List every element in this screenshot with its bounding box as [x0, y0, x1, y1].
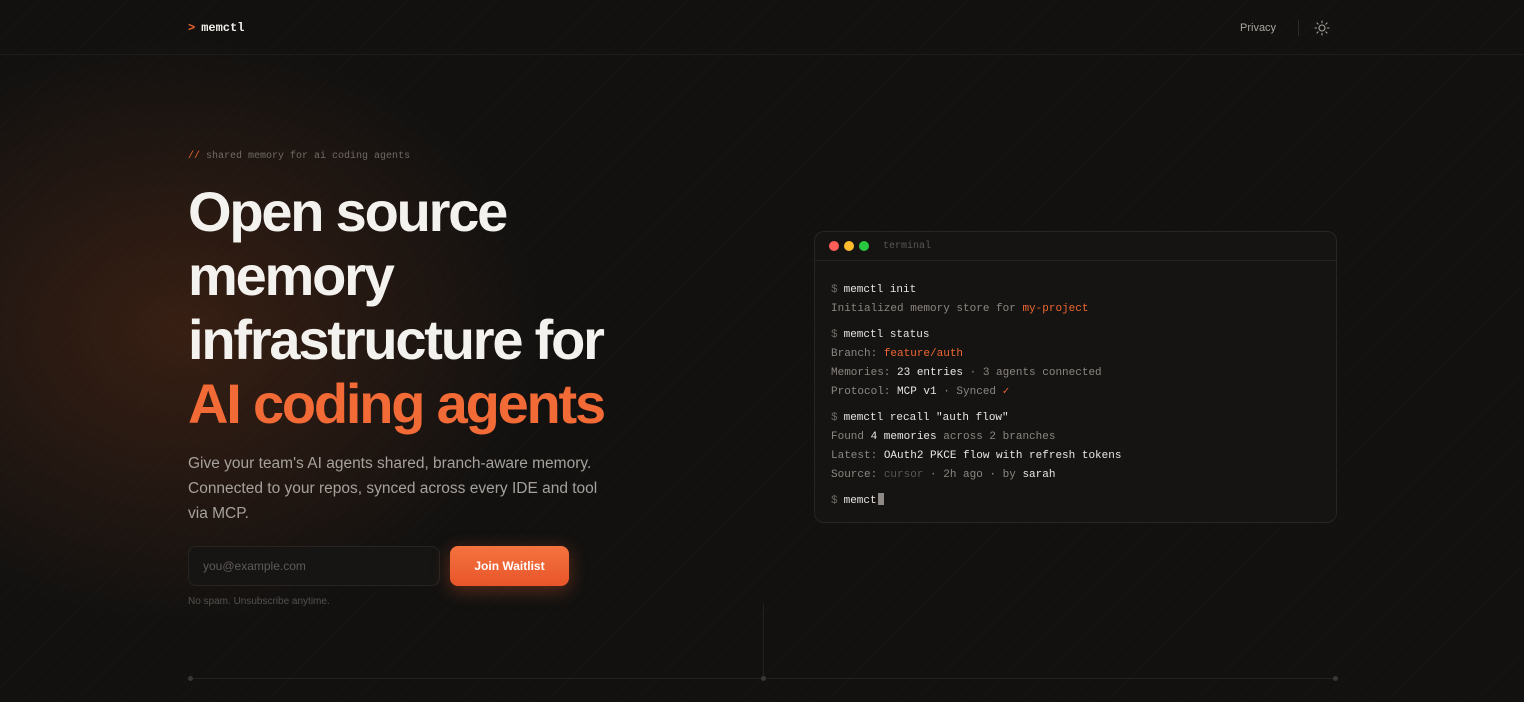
maximize-dot-icon — [859, 241, 869, 251]
command-text: memctl recall "auth flow" — [843, 412, 1009, 424]
connector-node — [1333, 676, 1338, 681]
terminal-output: Protocol: MCP v1 · Synced ✓ — [831, 383, 1320, 402]
source-label: Source: — [831, 469, 884, 481]
kicker-text: shared memory for ai coding agents — [206, 151, 411, 162]
headline-line-1: Open source — [188, 180, 508, 243]
connector-vertical-line — [763, 604, 764, 678]
prompt-symbol: $ — [831, 329, 838, 341]
source-tool: cursor — [883, 469, 924, 481]
terminal-output: Initialized memory store for my-project — [831, 300, 1320, 319]
check-icon: ✓ — [1002, 386, 1010, 398]
terminal-body: $ memctl init Initialized memory store fo… — [815, 261, 1336, 511]
latest-value: OAuth2 PKCE flow with refresh tokens — [883, 450, 1122, 462]
prompt-symbol: $ — [831, 495, 838, 507]
project-name: my-project — [1022, 303, 1089, 315]
found-value: 4 memories — [870, 431, 937, 443]
typing-text: memct — [843, 495, 877, 507]
hero-kicker: // shared memory for ai coding agents — [188, 151, 410, 162]
command-text: memctl init — [843, 284, 917, 296]
prompt-symbol: $ — [831, 284, 838, 296]
source-time: · 2h ago · by — [923, 469, 1023, 481]
headline-line-2: memory — [188, 244, 395, 307]
minimize-dot-icon — [844, 241, 854, 251]
headline-accent: AI coding agents — [188, 372, 606, 435]
branch-label: Branch: — [831, 348, 884, 360]
terminal-block-recall: $ memctl recall "auth flow" Found 4 memor… — [831, 409, 1320, 485]
protocol-label: Protocol: — [831, 386, 898, 398]
terminal-window: terminal $ memctl init Initialized memory… — [814, 231, 1337, 523]
logo[interactable]: > memctl — [188, 21, 244, 35]
close-dot-icon — [829, 241, 839, 251]
hero-subtext: Give your team's AI agents shared, branc… — [188, 455, 598, 522]
terminal-block-status: $ memctl status Branch: feature/auth Memo… — [831, 326, 1320, 402]
logo-prompt-icon: > — [188, 21, 196, 35]
terminal-current-input: $ memct — [831, 492, 1320, 511]
nav-divider — [1298, 20, 1299, 36]
terminal-command: $ memctl status — [831, 326, 1320, 345]
terminal-command: $ memctl init — [831, 281, 1320, 300]
memories-rest: · 3 agents connected — [963, 367, 1102, 379]
command-text: memctl status — [843, 329, 930, 341]
terminal-output: Source: cursor · 2h ago · by sarah — [831, 466, 1320, 485]
protocol-rest: · Synced — [936, 386, 1003, 398]
memories-value: 23 entries — [897, 367, 964, 379]
fineprint: No spam. Unsubscribe anytime. — [188, 596, 330, 607]
kicker-slash: // — [188, 151, 201, 162]
terminal-output: Memories: 23 entries · 3 agents connecte… — [831, 364, 1320, 383]
email-field[interactable] — [188, 546, 440, 586]
terminal-output: Latest: OAuth2 PKCE flow with refresh to… — [831, 447, 1320, 466]
terminal-title: terminal — [883, 240, 932, 252]
found-rest: across 2 branches — [936, 431, 1056, 443]
connector-node — [761, 676, 766, 681]
sun-icon — [1314, 20, 1330, 36]
logo-text: memctl — [201, 21, 245, 35]
top-nav: > memctl Privacy — [0, 0, 1524, 55]
terminal-block-init: $ memctl init Initialized memory store fo… — [831, 281, 1320, 319]
terminal-output: Found 4 memories across 2 branches — [831, 428, 1320, 447]
prompt-symbol: $ — [831, 412, 838, 424]
theme-toggle-button[interactable] — [1313, 19, 1331, 37]
branch-value: feature/auth — [883, 348, 964, 360]
cursor-icon — [877, 493, 884, 505]
terminal-output: Branch: feature/auth — [831, 345, 1320, 364]
source-user: sarah — [1022, 469, 1056, 481]
memories-label: Memories: — [831, 367, 898, 379]
privacy-link[interactable]: Privacy — [1240, 22, 1276, 34]
found-label: Found — [831, 431, 871, 443]
latest-label: Latest: — [831, 450, 884, 462]
protocol-value: MCP v1 — [897, 386, 937, 398]
join-waitlist-button[interactable]: Join Waitlist — [450, 546, 569, 586]
hero-headline: Open source memory infrastructure for AI… — [188, 180, 708, 436]
terminal-command: $ memctl recall "auth flow" — [831, 409, 1320, 428]
output-text: Initialized memory store for — [831, 303, 1023, 315]
connector-node — [188, 676, 193, 681]
headline-line-3: infrastructure for — [188, 308, 605, 371]
terminal-titlebar: terminal — [815, 232, 1336, 261]
